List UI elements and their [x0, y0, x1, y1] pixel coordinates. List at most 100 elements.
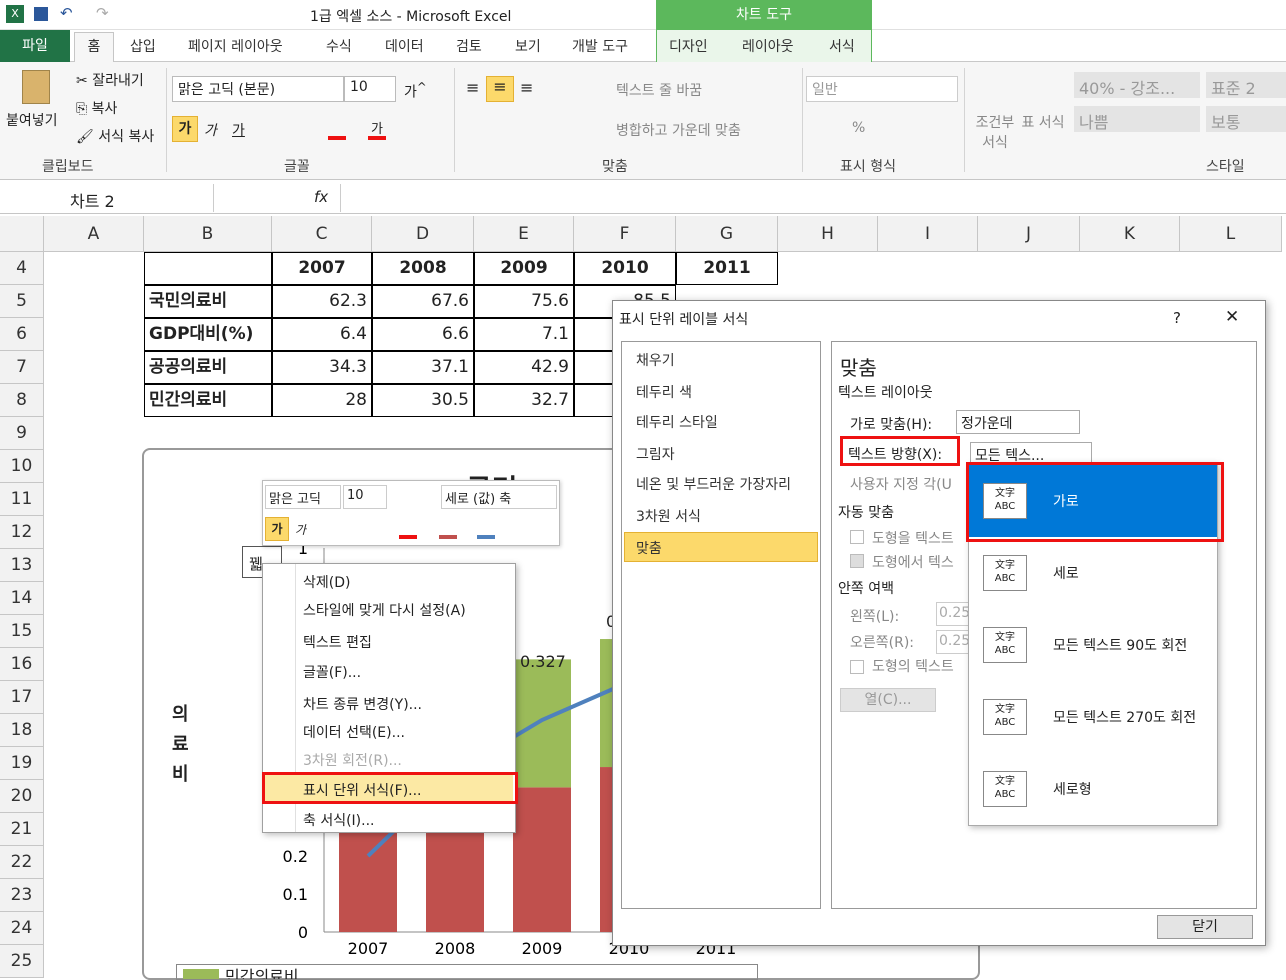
- tab-layout[interactable]: 레이아웃: [742, 36, 794, 56]
- ctx-edit-text[interactable]: 텍스트 편집: [303, 632, 372, 652]
- table-cell[interactable]: 32.7: [474, 384, 574, 417]
- mini-fill-icon[interactable]: [439, 519, 457, 539]
- font-name-select[interactable]: 맑은 고딕 (본문): [172, 76, 344, 102]
- row-header[interactable]: 12: [0, 516, 44, 549]
- table-cell[interactable]: 28: [272, 384, 372, 417]
- mini-font-color-icon[interactable]: [399, 519, 417, 539]
- column-header[interactable]: K: [1080, 216, 1180, 252]
- y-tick-label[interactable]: 0.1: [283, 885, 308, 904]
- conditional-format-button[interactable]: 조건부 서식: [972, 112, 1018, 152]
- mini-italic-button[interactable]: 가: [295, 521, 306, 538]
- column-header[interactable]: E: [474, 216, 574, 252]
- redo-icon[interactable]: ↷: [96, 4, 109, 22]
- nav-glow[interactable]: 네온 및 부드러운 가장자리: [636, 474, 791, 494]
- row-header[interactable]: 10: [0, 450, 44, 483]
- font-color-icon[interactable]: 가: [368, 118, 386, 140]
- format-as-table-button[interactable]: 표 서식: [1020, 112, 1066, 132]
- column-header[interactable]: C: [272, 216, 372, 252]
- row-header[interactable]: 25: [0, 945, 44, 978]
- help-button[interactable]: ?: [1173, 309, 1181, 327]
- italic-button[interactable]: 가: [204, 120, 217, 140]
- table-cell[interactable]: 2008: [372, 252, 474, 285]
- row-header[interactable]: 13: [0, 549, 44, 582]
- table-cell[interactable]: 67.6: [372, 285, 474, 318]
- ctx-delete[interactable]: 삭제(D): [303, 572, 350, 592]
- row-header[interactable]: 11: [0, 483, 44, 516]
- tab-developer[interactable]: 개발 도구: [572, 36, 628, 56]
- style-bad[interactable]: 나쁨: [1074, 106, 1200, 132]
- row-header[interactable]: 22: [0, 846, 44, 879]
- grow-font-icon[interactable]: 가^: [404, 80, 427, 102]
- column-header[interactable]: L: [1180, 216, 1282, 252]
- percent-button[interactable]: %: [852, 120, 865, 136]
- tab-page-layout[interactable]: 페이지 레이아웃: [188, 36, 283, 56]
- row-header[interactable]: 16: [0, 648, 44, 681]
- table-cell[interactable]: 6.6: [372, 318, 474, 351]
- tab-design[interactable]: 디자인: [669, 36, 708, 56]
- paste-button[interactable]: 붙여넣기: [6, 110, 58, 130]
- format-painter-button[interactable]: 🖌 서식 복사: [76, 126, 154, 146]
- dir-option-stacked[interactable]: 文字 ABC 세로형: [969, 753, 1217, 825]
- mini-outline-icon[interactable]: [477, 519, 495, 539]
- bar-red[interactable]: [513, 787, 571, 932]
- y-tick-label[interactable]: 0: [298, 923, 308, 942]
- table-cell[interactable]: 2007: [272, 252, 372, 285]
- row-header[interactable]: 24: [0, 912, 44, 945]
- x-tick-label[interactable]: 2009: [522, 939, 563, 958]
- table-cell[interactable]: 62.3: [272, 285, 372, 318]
- column-header[interactable]: A: [44, 216, 144, 252]
- name-box[interactable]: 차트 2: [0, 184, 214, 212]
- table-cell[interactable]: 7.1: [474, 318, 574, 351]
- table-cell[interactable]: 공공의료비: [144, 351, 272, 384]
- row-header[interactable]: 5: [0, 285, 44, 318]
- style-neutral[interactable]: 보통: [1206, 106, 1286, 132]
- table-cell[interactable]: GDP대비(%): [144, 318, 272, 351]
- row-header[interactable]: 17: [0, 681, 44, 714]
- row-header[interactable]: 18: [0, 714, 44, 747]
- table-cell[interactable]: 34.3: [272, 351, 372, 384]
- tab-format[interactable]: 서식: [829, 36, 855, 56]
- close-button[interactable]: 닫기: [1157, 915, 1253, 939]
- column-header[interactable]: B: [144, 216, 272, 252]
- row-header[interactable]: 23: [0, 879, 44, 912]
- data-label-0327[interactable]: 0.327: [520, 652, 566, 671]
- style-accent[interactable]: 40% - 강조...: [1074, 72, 1200, 98]
- bar-green[interactable]: [513, 659, 571, 788]
- nav-border-color[interactable]: 테두리 색: [636, 382, 692, 402]
- dir-option-vertical[interactable]: 文字 ABC 세로: [969, 537, 1217, 609]
- paste-icon[interactable]: [22, 70, 50, 104]
- tab-file[interactable]: 파일: [0, 30, 70, 62]
- number-format-select[interactable]: 일반: [806, 76, 958, 102]
- column-header[interactable]: G: [676, 216, 778, 252]
- table-cell[interactable]: 30.5: [372, 384, 474, 417]
- ctx-select-data[interactable]: 데이터 선택(E)...: [303, 722, 405, 742]
- row-header[interactable]: 14: [0, 582, 44, 615]
- column-header[interactable]: D: [372, 216, 474, 252]
- formula-input[interactable]: [340, 184, 1286, 212]
- dir-option-rotate90[interactable]: 文字 ABC 모든 텍스트 90도 회전: [969, 609, 1217, 681]
- wrap-text-button[interactable]: 텍스트 줄 바꿈: [616, 80, 702, 100]
- style-normal2[interactable]: 표준 2: [1206, 72, 1286, 98]
- undo-icon[interactable]: ↶: [60, 4, 73, 22]
- tab-view[interactable]: 보기: [515, 36, 541, 56]
- nav-fill[interactable]: 채우기: [636, 350, 675, 370]
- mini-axis-select[interactable]: 세로 (값) 축: [441, 485, 557, 509]
- row-header[interactable]: 6: [0, 318, 44, 351]
- save-icon[interactable]: [34, 7, 48, 21]
- ctx-format-axis[interactable]: 축 서식(I)...: [303, 810, 375, 830]
- table-cell[interactable]: 국민의료비: [144, 285, 272, 318]
- y-tick-label[interactable]: 0.2: [283, 847, 308, 866]
- mini-size-select[interactable]: 10: [343, 485, 387, 509]
- align-middle-icon[interactable]: ≡: [486, 76, 514, 102]
- halign-select[interactable]: 정가운데: [956, 410, 1080, 434]
- row-header[interactable]: 8: [0, 384, 44, 417]
- column-header[interactable]: H: [778, 216, 878, 252]
- row-header[interactable]: 7: [0, 351, 44, 384]
- x-tick-label[interactable]: 2008: [435, 939, 476, 958]
- nav-3d-format[interactable]: 3차원 서식: [636, 506, 701, 526]
- copy-button[interactable]: ⎘ 복사: [76, 98, 117, 118]
- dir-option-rotate270[interactable]: 文字 ABC 모든 텍스트 270도 회전: [969, 681, 1217, 753]
- tab-insert[interactable]: 삽입: [130, 36, 156, 56]
- row-header[interactable]: 21: [0, 813, 44, 846]
- tab-formulas[interactable]: 수식: [326, 36, 352, 56]
